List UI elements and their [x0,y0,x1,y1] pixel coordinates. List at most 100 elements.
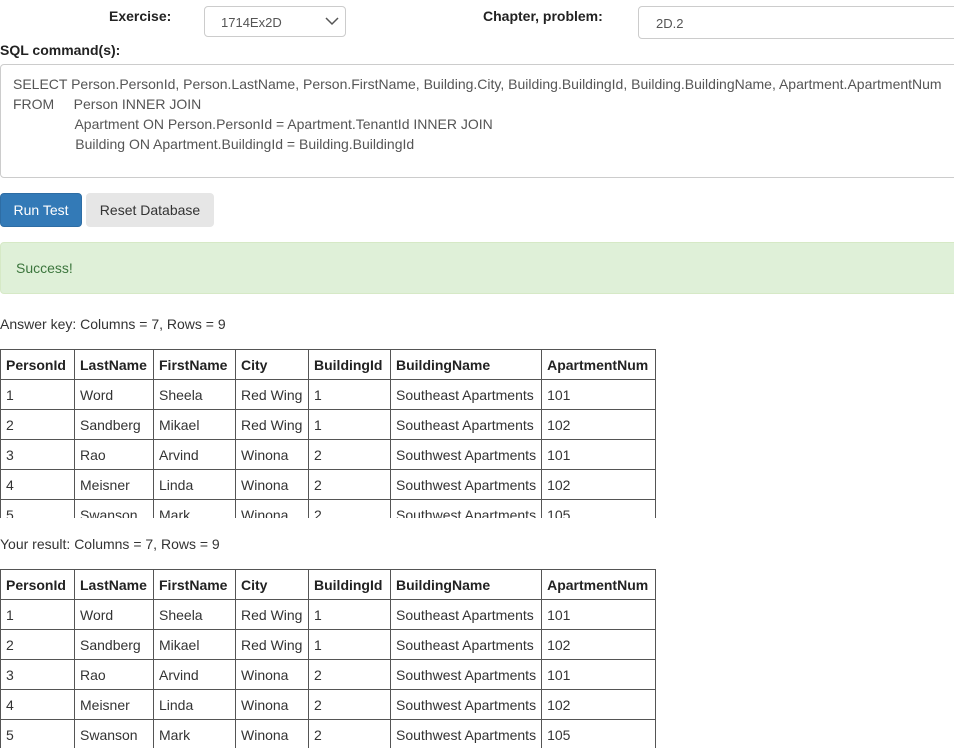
table-cell: Southwest Apartments [389,469,543,500]
table-cell: Southwest Apartments [389,499,543,518]
table-cell: Mark [153,719,236,748]
table-cell: Meisner [74,469,154,500]
table-header-row: PersonId LastName FirstName City BuildingId B… [0,349,657,380]
table-row: 5 Swanson Mark Winona 2 Southwest Apartments 1… [0,719,657,748]
table-cell: 2 [0,409,75,440]
table-row: 1 Word Sheela Red Wing 1 Southeast Apartments… [0,599,657,630]
chevron-down-icon [325,17,339,26]
table-cell: 1 [308,629,391,660]
table-cell: Southwest Apartments [389,719,543,748]
chapter-label: Chapter, problem: [483,8,603,24]
table-cell: 2 [0,629,75,660]
table-cell: 1 [308,409,391,440]
sql-command-textarea[interactable]: SELECT Person.PersonId, Person.LastName,… [0,64,954,178]
table-cell: 5 [0,719,75,748]
table-cell: 102 [541,469,657,500]
table-cell: 5 [0,499,75,518]
table-cell: Swanson [74,719,154,748]
table-cell: Southwest Apartments [389,439,543,470]
table-cell: 102 [541,689,657,720]
table-cell: Rao [74,439,154,470]
column-header: FirstName [153,349,236,380]
table-cell: 101 [541,379,657,410]
column-header: LastName [74,349,154,380]
table-cell: Winona [235,719,309,748]
table-row: 3 Rao Arvind Winona 2 Southwest Apartments 101 [0,439,657,470]
your-result-table-container[interactable]: PersonId LastName FirstName City BuildingId B… [0,569,700,748]
column-header: BuildingId [308,349,391,380]
table-row: 4 Meisner Linda Winona 2 Southwest Apartments… [0,689,657,720]
table-cell: Sheela [153,599,236,630]
chapter-problem-field[interactable]: 2D.2 [638,6,954,39]
table-cell: 4 [0,689,75,720]
column-header: ApartmentNum [541,349,657,380]
table-row: 3 Rao Arvind Winona 2 Southwest Apartments 101 [0,659,657,690]
table-cell: 102 [541,629,657,660]
table-cell: 105 [541,719,657,748]
table-cell: Red Wing [235,599,309,630]
success-alert: Success! [0,242,954,294]
column-header: City [235,569,309,600]
sql-label: SQL command(s): [0,42,121,58]
table-cell: Southeast Apartments [389,379,543,410]
answer-key-table: PersonId LastName FirstName City BuildingId B… [0,349,657,518]
table-cell: 2 [308,499,391,518]
table-cell: 2 [308,659,391,690]
table-cell: Southwest Apartments [389,659,543,690]
table-cell: Rao [74,659,154,690]
table-cell: Mark [153,499,236,518]
table-cell: Southeast Apartments [389,409,543,440]
table-cell: Word [74,599,154,630]
table-header-row: PersonId LastName FirstName City BuildingId B… [0,569,657,600]
table-cell: Red Wing [235,409,309,440]
answer-key-table-container[interactable]: PersonId LastName FirstName City BuildingId B… [0,349,700,518]
table-cell: Southeast Apartments [389,599,543,630]
reset-database-button[interactable]: Reset Database [86,193,214,227]
table-cell: 105 [541,499,657,518]
table-cell: 1 [308,599,391,630]
table-row: 2 Sandberg Mikael Red Wing 1 Southeast Apartm… [0,629,657,660]
table-cell: 1 [0,379,75,410]
table-cell: Winona [235,469,309,500]
table-cell: Southwest Apartments [389,689,543,720]
table-cell: 101 [541,599,657,630]
table-cell: Linda [153,689,236,720]
table-cell: Winona [235,689,309,720]
table-cell: Winona [235,499,309,518]
table-cell: 2 [308,689,391,720]
table-cell: Meisner [74,689,154,720]
column-header: PersonId [0,569,75,600]
table-row: 2 Sandberg Mikael Red Wing 1 Southeast Apartm… [0,409,657,440]
table-cell: 2 [308,719,391,748]
column-header: BuildingName [389,349,543,380]
table-row: 1 Word Sheela Red Wing 1 Southeast Apartments… [0,379,657,410]
table-cell: 2 [308,439,391,470]
table-cell: Winona [235,659,309,690]
table-cell: Red Wing [235,629,309,660]
your-result-caption: Your result: Columns = 7, Rows = 9 [0,536,220,552]
column-header: ApartmentNum [541,569,657,600]
table-cell: Red Wing [235,379,309,410]
table-cell: 1 [308,379,391,410]
table-cell: Arvind [153,439,236,470]
column-header: BuildingName [389,569,543,600]
table-cell: Swanson [74,499,154,518]
column-header: LastName [74,569,154,600]
table-cell: Southeast Apartments [389,629,543,660]
exercise-select[interactable]: 1714Ex2D [204,6,346,37]
table-cell: Mikael [153,409,236,440]
exercise-select-value: 1714Ex2D [221,15,282,30]
table-cell: 102 [541,409,657,440]
table-cell: Word [74,379,154,410]
column-header: City [235,349,309,380]
run-test-button[interactable]: Run Test [0,193,82,227]
table-cell: 101 [541,439,657,470]
table-cell: Linda [153,469,236,500]
answer-key-caption: Answer key: Columns = 7, Rows = 9 [0,316,226,332]
table-cell: Sandberg [74,409,154,440]
table-cell: 4 [0,469,75,500]
table-cell: Arvind [153,659,236,690]
table-cell: 2 [308,469,391,500]
table-cell: Sheela [153,379,236,410]
your-result-table: PersonId LastName FirstName City BuildingId B… [0,569,657,748]
